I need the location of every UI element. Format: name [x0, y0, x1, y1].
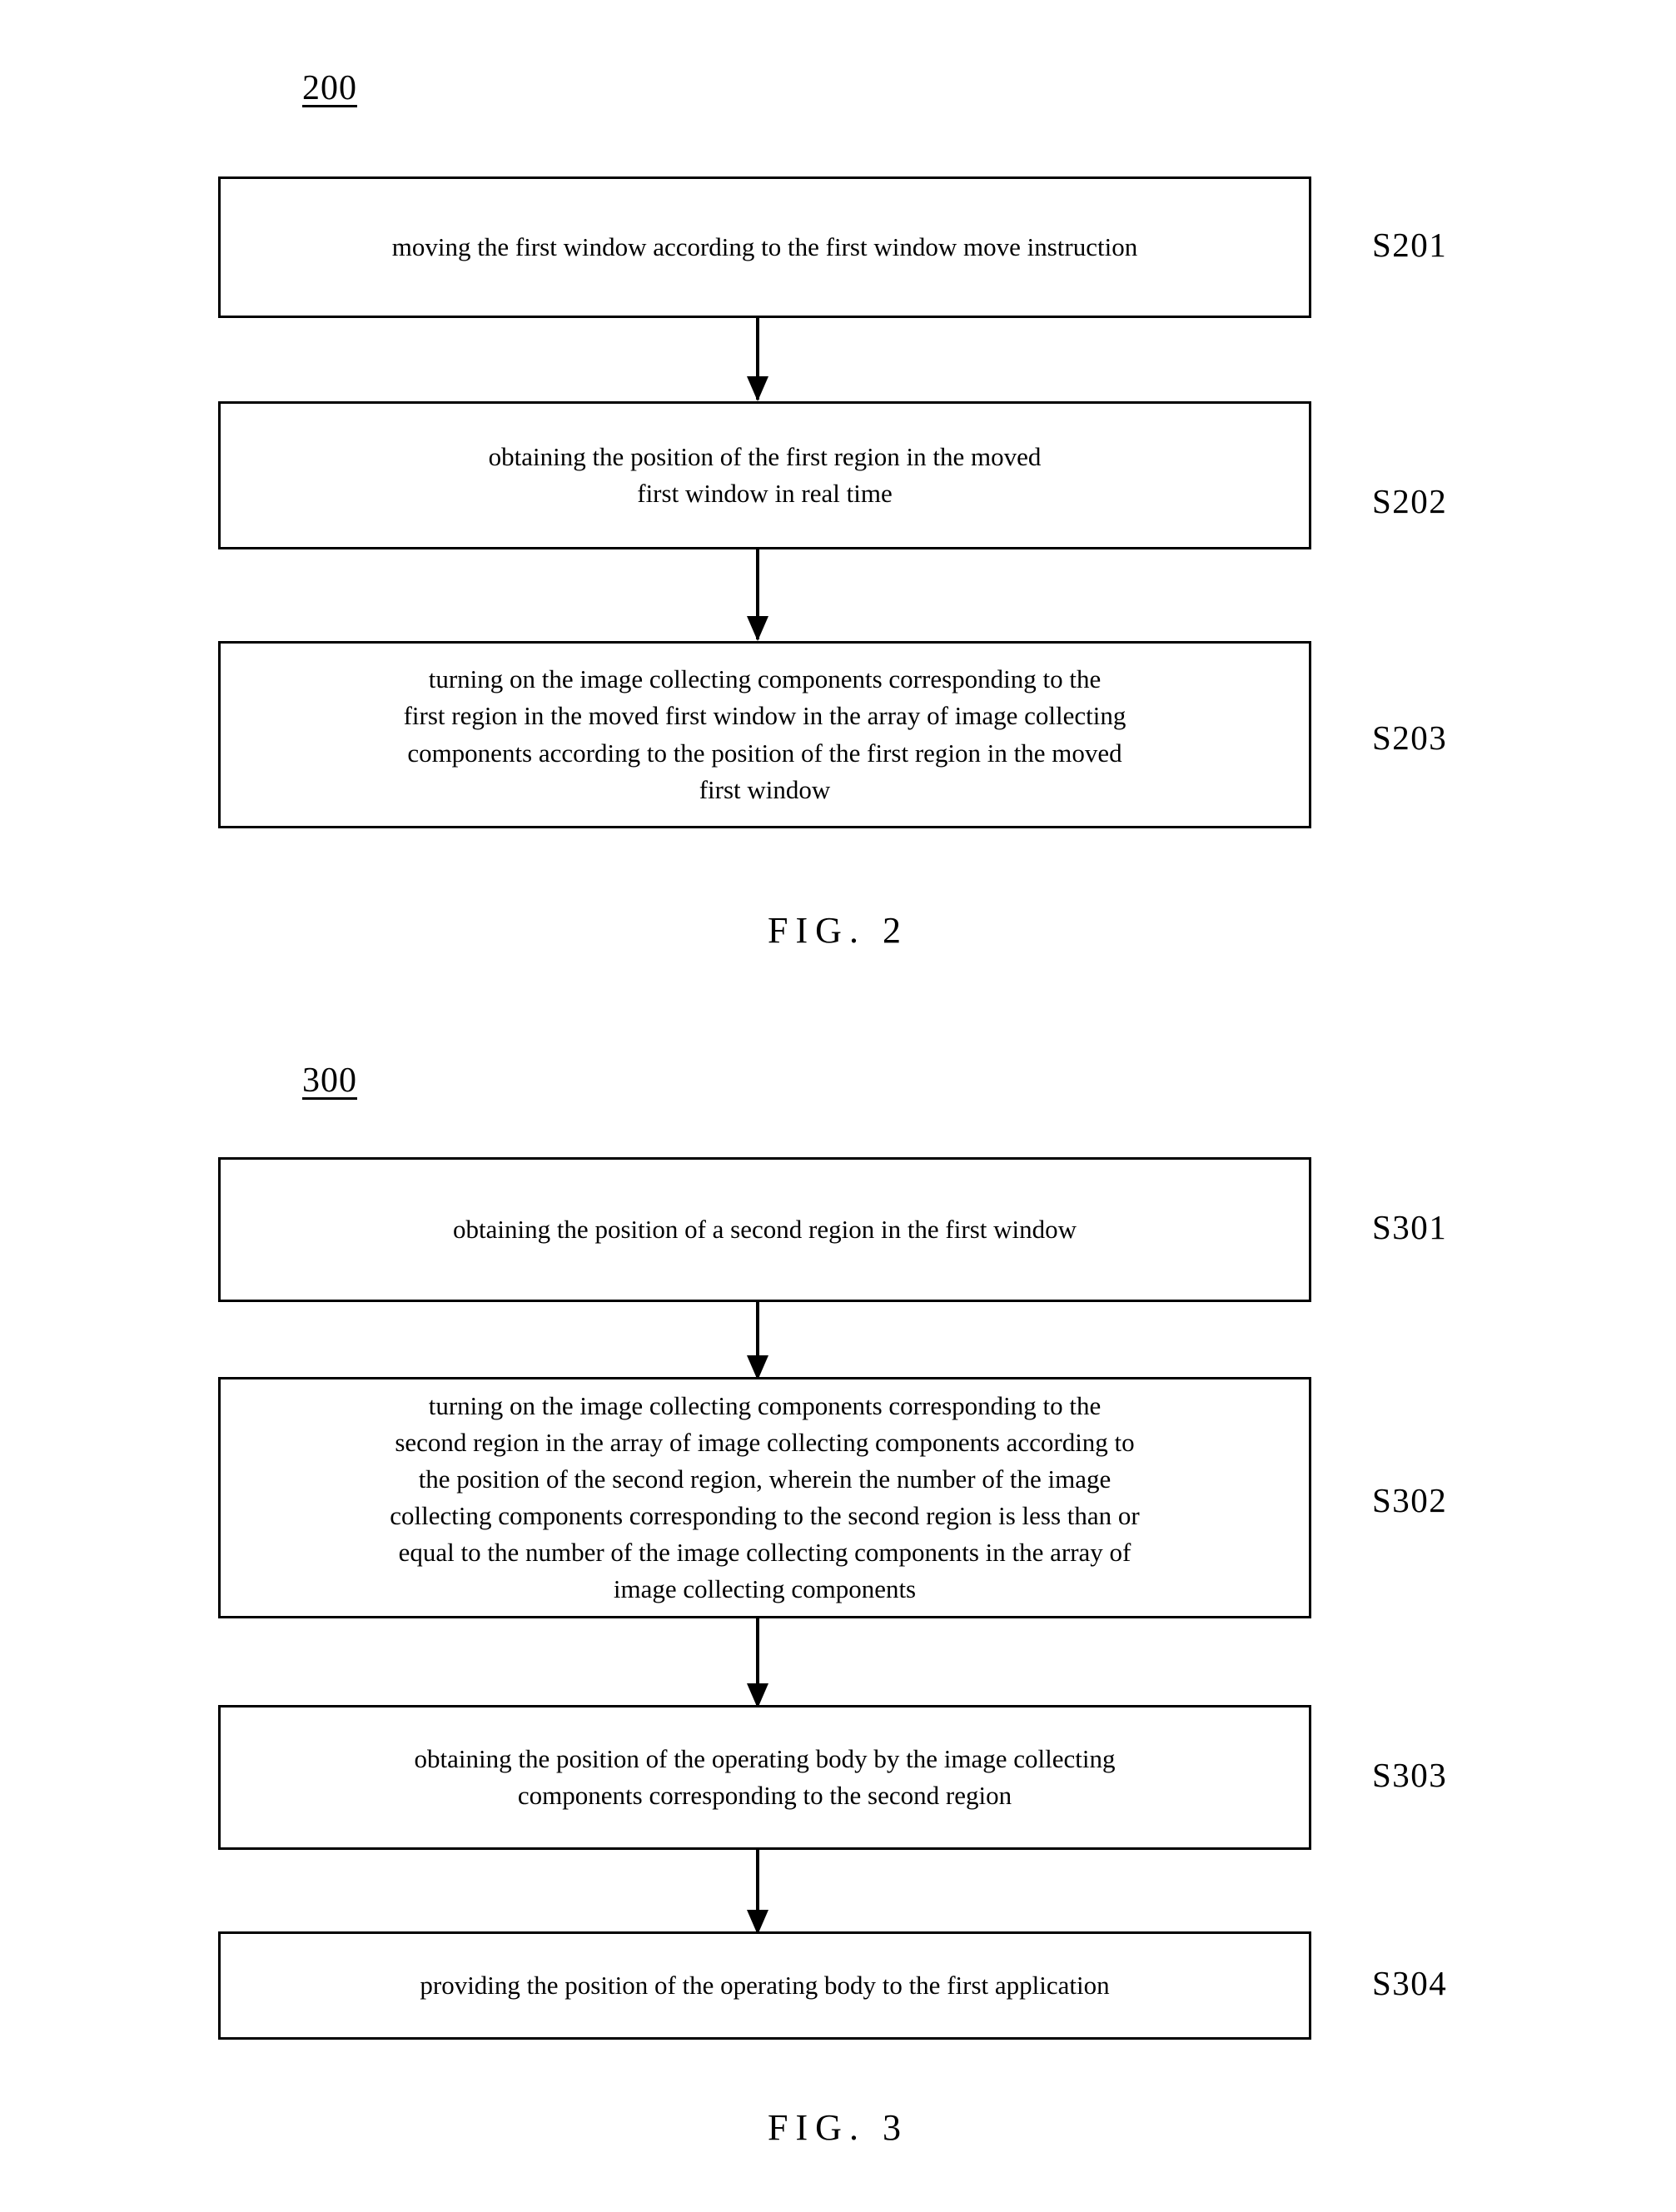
step-label-s202: S202: [1372, 482, 1448, 520]
process-box-s201-text: moving the first window according to the…: [391, 231, 1138, 261]
connector-arrow-s202-s203: [756, 549, 759, 639]
step-label-s201: S201: [1372, 226, 1448, 264]
process-box-s201: moving the first window according to the…: [218, 176, 1311, 318]
reference-numeral-200: 200: [302, 69, 357, 107]
connector-arrow-s302-s303: [756, 1618, 759, 1707]
figure-3-caption: FIG. 3: [768, 2107, 908, 2148]
connector-arrow-s301-s302: [756, 1302, 759, 1379]
process-box-s302: turning on the image collecting componen…: [218, 1377, 1311, 1618]
process-box-s203: turning on the image collecting componen…: [218, 641, 1311, 828]
process-box-s203-text: turning on the image collecting componen…: [403, 664, 1126, 804]
step-label-s304: S304: [1372, 1964, 1448, 2002]
process-box-s202: obtaining the position of the first regi…: [218, 401, 1311, 549]
process-box-s303-text: obtaining the position of the operating …: [414, 1743, 1116, 1810]
connector-arrow-s303-s304: [756, 1850, 759, 1933]
process-box-s304: providing the position of the operating …: [218, 1931, 1311, 2040]
process-box-s302-text: turning on the image collecting componen…: [390, 1390, 1140, 1604]
process-box-s202-text: obtaining the position of the first regi…: [488, 441, 1042, 508]
process-box-s303: obtaining the position of the operating …: [218, 1705, 1311, 1850]
process-box-s301-text: obtaining the position of a second regio…: [452, 1214, 1077, 1244]
patent-figure-sheet: 200 moving the first window according to…: [0, 0, 1676, 2212]
connector-arrow-s201-s202: [756, 318, 759, 400]
step-label-s302: S302: [1372, 1481, 1448, 1519]
step-label-s203: S203: [1372, 718, 1448, 757]
step-label-s303: S303: [1372, 1756, 1448, 1794]
reference-numeral-300: 300: [302, 1061, 357, 1100]
process-box-s301: obtaining the position of a second regio…: [218, 1157, 1311, 1302]
step-label-s301: S301: [1372, 1208, 1448, 1246]
process-box-s304-text: providing the position of the operating …: [420, 1970, 1110, 2000]
figure-2-caption: FIG. 2: [768, 910, 908, 951]
